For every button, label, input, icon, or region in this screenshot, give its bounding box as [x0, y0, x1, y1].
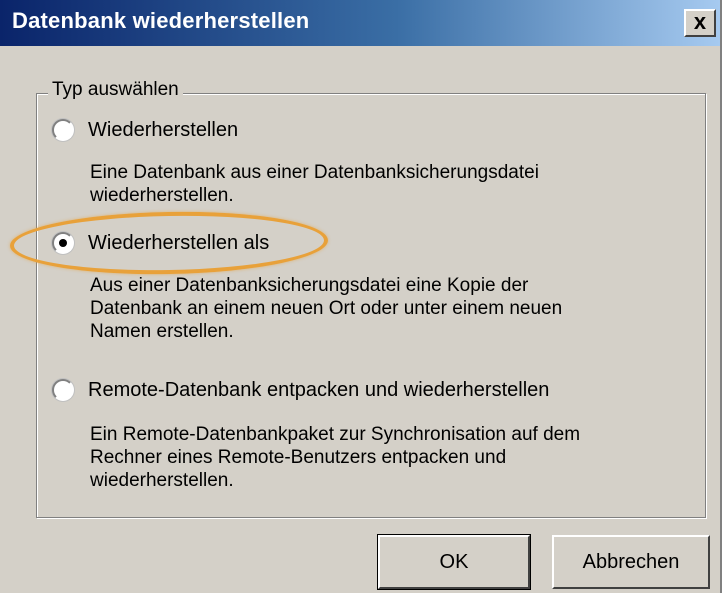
radio-button-restore[interactable]	[52, 119, 74, 141]
title-bar: Datenbank wiederherstellen x	[0, 0, 720, 46]
close-icon: x	[693, 9, 707, 34]
radio-label-remote-unpack: Remote-Datenbank entpacken und wiederher…	[88, 378, 550, 401]
radio-option-remote-unpack[interactable]: Remote-Datenbank entpacken und wiederher…	[52, 375, 549, 405]
description-line: wiederherstellen.	[90, 185, 234, 206]
radio-button-remote-unpack[interactable]	[52, 379, 74, 401]
description-line: Ein Remote-Datenbankpaket zur Synchronis…	[90, 424, 581, 445]
description-line: wiederherstellen.	[90, 470, 234, 491]
radio-selected-dot	[59, 239, 67, 247]
restore-database-dialog: Datenbank wiederherstellen x Typ auswähl…	[0, 0, 722, 593]
group-legend: Typ auswählen	[48, 79, 183, 101]
description-line: Eine Datenbank aus einer Datenbanksicher…	[90, 162, 539, 183]
dialog-title: Datenbank wiederherstellen	[12, 8, 310, 33]
ok-button[interactable]: OK	[377, 534, 531, 590]
radio-label-restore: Wiederherstellen	[88, 118, 239, 141]
description-remote-unpack: Ein Remote-Datenbankpaket zur Synchronis…	[90, 423, 680, 492]
description-restore: Eine Datenbank aus einer Datenbanksicher…	[90, 161, 680, 207]
cancel-button[interactable]: Abbrechen	[552, 535, 710, 589]
radio-button-restore-as[interactable]	[52, 232, 74, 254]
radio-label-restore-as: Wiederherstellen als	[88, 231, 270, 254]
radio-option-restore[interactable]: Wiederherstellen	[52, 115, 238, 145]
close-button[interactable]: x	[684, 9, 716, 37]
description-line: Aus einer Datenbanksicherungsdatei eine …	[90, 275, 529, 296]
description-line: Namen erstellen.	[90, 321, 234, 342]
radio-option-restore-as[interactable]: Wiederherstellen als	[52, 228, 269, 258]
description-line: Rechner eines Remote-Benutzers entpacken…	[90, 447, 507, 468]
description-restore-as: Aus einer Datenbanksicherungsdatei eine …	[90, 274, 680, 343]
description-line: Datenbank an einem neuen Ort oder unter …	[90, 298, 563, 319]
